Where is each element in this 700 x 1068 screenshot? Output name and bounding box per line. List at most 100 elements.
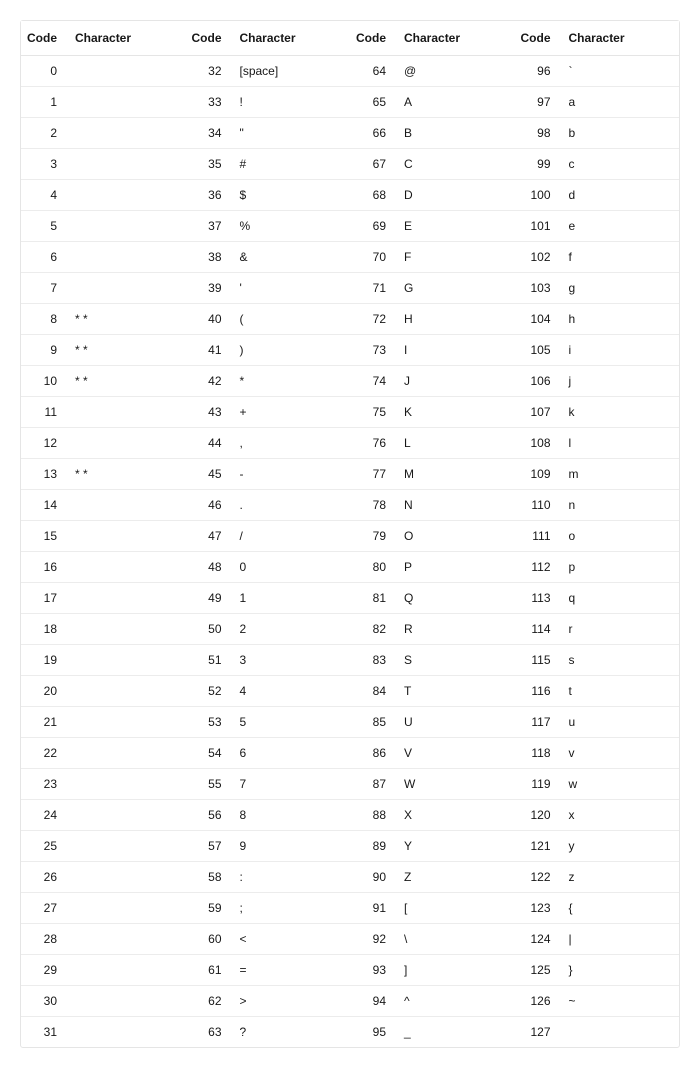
table-row: 2961=93]125} <box>21 955 679 986</box>
cell-code: 118 <box>515 738 561 769</box>
cell-char <box>67 862 186 893</box>
cell-code: 72 <box>350 304 396 335</box>
cell-char <box>67 1017 186 1048</box>
table-row: 638&70F102f <box>21 242 679 273</box>
cell-char: P <box>396 552 515 583</box>
cell-char: ` <box>561 56 680 87</box>
cell-code: 109 <box>515 459 561 490</box>
cell-code: 36 <box>186 180 232 211</box>
cell-char <box>67 769 186 800</box>
cell-char: * * <box>67 335 186 366</box>
table-row: 436$68D100d <box>21 180 679 211</box>
cell-code: 71 <box>350 273 396 304</box>
table-row: 1648080P112p <box>21 552 679 583</box>
cell-char: - <box>232 459 351 490</box>
table-row: 234"66B98b <box>21 118 679 149</box>
cell-char: ) <box>232 335 351 366</box>
cell-char: G <box>396 273 515 304</box>
cell-char: H <box>396 304 515 335</box>
header-row: CodeCharacterCodeCharacterCodeCharacterC… <box>21 21 679 56</box>
cell-char: D <box>396 180 515 211</box>
cell-code: 88 <box>350 800 396 831</box>
cell-char: 3 <box>232 645 351 676</box>
header-code: Code <box>515 21 561 56</box>
cell-char <box>67 676 186 707</box>
cell-code: 45 <box>186 459 232 490</box>
table-row: 335#67C99c <box>21 149 679 180</box>
cell-code: 110 <box>515 490 561 521</box>
cell-code: 27 <box>21 893 67 924</box>
cell-char: * * <box>67 459 186 490</box>
cell-code: 125 <box>515 955 561 986</box>
header-code: Code <box>350 21 396 56</box>
table-row: 3062>94^126~ <box>21 986 679 1017</box>
cell-char: N <box>396 490 515 521</box>
cell-code: 99 <box>515 149 561 180</box>
cell-code: 100 <box>515 180 561 211</box>
table-row: 13* *45-77M109m <box>21 459 679 490</box>
cell-code: 6 <box>21 242 67 273</box>
cell-code: 5 <box>21 211 67 242</box>
cell-code: 82 <box>350 614 396 645</box>
cell-char: w <box>561 769 680 800</box>
cell-char: p <box>561 552 680 583</box>
table-row: 537%69E101e <box>21 211 679 242</box>
cell-code: 30 <box>21 986 67 1017</box>
cell-code: 63 <box>186 1017 232 1048</box>
cell-code: 123 <box>515 893 561 924</box>
cell-code: 104 <box>515 304 561 335</box>
cell-char <box>67 738 186 769</box>
cell-code: 102 <box>515 242 561 273</box>
cell-code: 56 <box>186 800 232 831</box>
cell-char <box>67 986 186 1017</box>
cell-char: z <box>561 862 680 893</box>
cell-char: < <box>232 924 351 955</box>
cell-code: 86 <box>350 738 396 769</box>
cell-code: 4 <box>21 180 67 211</box>
cell-code: 42 <box>186 366 232 397</box>
cell-char: a <box>561 87 680 118</box>
cell-char: @ <box>396 56 515 87</box>
cell-char: 7 <box>232 769 351 800</box>
cell-char: * <box>232 366 351 397</box>
cell-code: 68 <box>350 180 396 211</box>
cell-code: 14 <box>21 490 67 521</box>
cell-code: 8 <box>21 304 67 335</box>
cell-code: 108 <box>515 428 561 459</box>
cell-code: 54 <box>186 738 232 769</box>
cell-char: o <box>561 521 680 552</box>
cell-char <box>67 56 186 87</box>
cell-char: " <box>232 118 351 149</box>
cell-code: 89 <box>350 831 396 862</box>
cell-char: c <box>561 149 680 180</box>
cell-code: 113 <box>515 583 561 614</box>
cell-char <box>67 428 186 459</box>
table-row: 8* *40(72H104h <box>21 304 679 335</box>
cell-code: 92 <box>350 924 396 955</box>
cell-char: S <box>396 645 515 676</box>
cell-char: + <box>232 397 351 428</box>
cell-char: f <box>561 242 680 273</box>
table-row: 2254686V118v <box>21 738 679 769</box>
cell-char: x <box>561 800 680 831</box>
cell-char: \ <box>396 924 515 955</box>
cell-char: ^ <box>396 986 515 1017</box>
table-row: 1850282R114r <box>21 614 679 645</box>
cell-code: 112 <box>515 552 561 583</box>
cell-code: 87 <box>350 769 396 800</box>
cell-code: 17 <box>21 583 67 614</box>
cell-code: 103 <box>515 273 561 304</box>
cell-code: 23 <box>21 769 67 800</box>
cell-char: . <box>232 490 351 521</box>
cell-code: 12 <box>21 428 67 459</box>
cell-char: 8 <box>232 800 351 831</box>
table-row: 2557989Y121y <box>21 831 679 862</box>
table-row: 133!65A97a <box>21 87 679 118</box>
cell-code: 106 <box>515 366 561 397</box>
cell-code: 18 <box>21 614 67 645</box>
cell-code: 73 <box>350 335 396 366</box>
cell-code: 44 <box>186 428 232 459</box>
cell-char: } <box>561 955 680 986</box>
table-row: 032[space]64@96` <box>21 56 679 87</box>
cell-code: 33 <box>186 87 232 118</box>
